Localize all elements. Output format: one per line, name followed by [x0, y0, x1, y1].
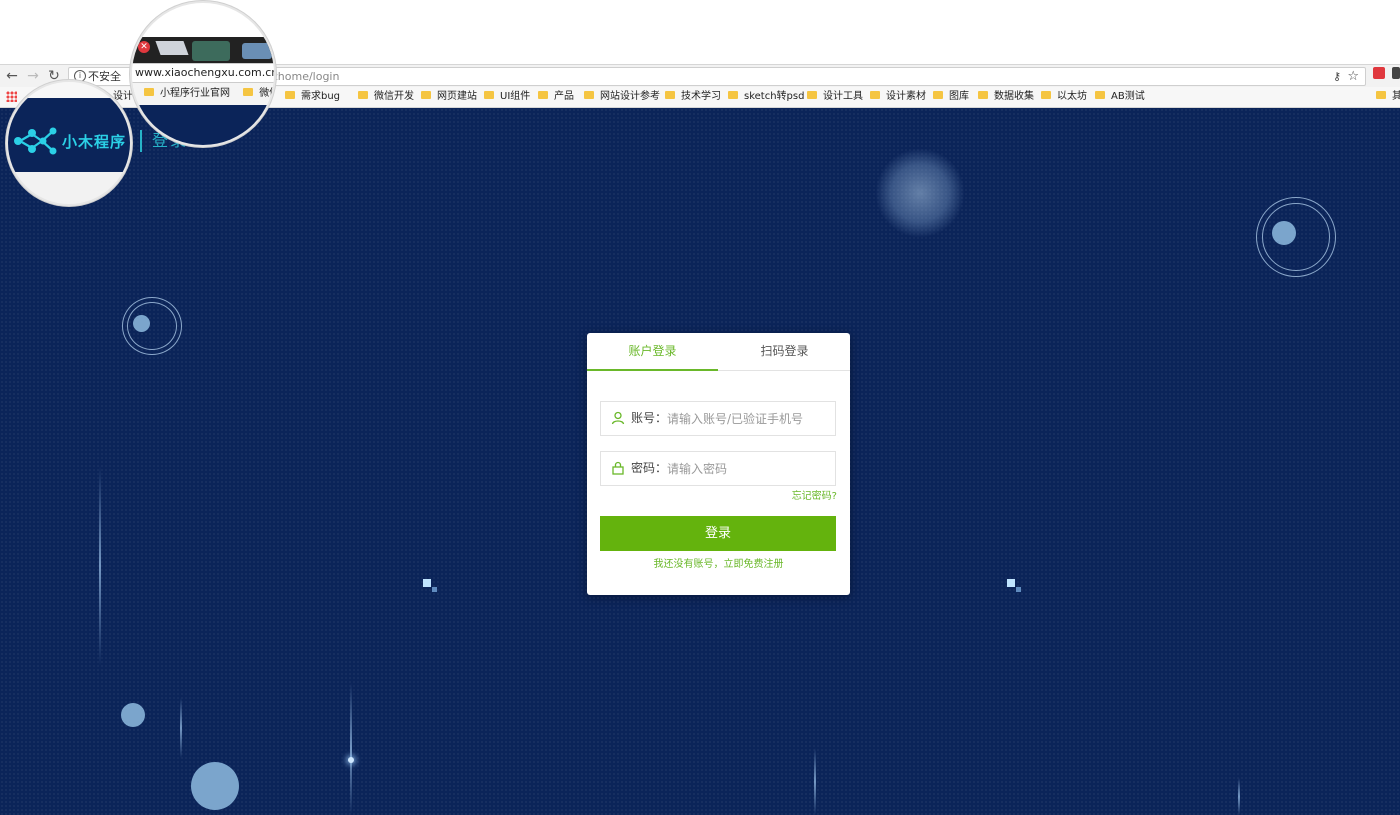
tab-account-login[interactable]: 账户登录 — [587, 333, 718, 371]
forgot-password-link[interactable]: 忘记密码? — [792, 490, 837, 504]
light-streak-decoration — [99, 466, 101, 666]
dot-decoration — [133, 315, 150, 332]
account-field[interactable]: 账号： — [600, 401, 836, 436]
bookmark-item[interactable]: 微信开发 — [358, 87, 414, 107]
square-decoration — [1016, 587, 1021, 592]
folder-icon — [728, 91, 738, 99]
magnified-bookmark-label: 微信支付 — [259, 88, 274, 99]
logo-text[interactable]: 小木程序 — [62, 132, 126, 152]
bookmark-item[interactable]: 图库 — [933, 87, 969, 107]
glow-orb-decoration — [875, 148, 965, 238]
folder-icon — [1376, 91, 1386, 99]
folder-icon — [358, 91, 368, 99]
bookmark-item[interactable]: sketch转psd — [728, 87, 804, 107]
password-input[interactable] — [667, 458, 827, 479]
folder-icon — [538, 91, 548, 99]
user-icon — [611, 411, 625, 425]
dot-decoration — [191, 762, 239, 810]
sparkle-decoration — [348, 757, 354, 763]
light-streak-decoration — [814, 748, 816, 815]
bookmark-item[interactable]: 设计工具 — [807, 87, 863, 107]
folder-icon — [421, 91, 431, 99]
folder-icon — [978, 91, 988, 99]
folder-icon — [807, 91, 817, 99]
magnified-bookmarks — [8, 82, 130, 98]
folder-icon — [243, 88, 259, 99]
login-tabs: 账户登录 扫码登录 — [587, 333, 850, 371]
molecule-logo-icon — [14, 127, 57, 155]
bookmark-item[interactable]: 数据收集 — [978, 87, 1034, 107]
dot-decoration — [1272, 221, 1296, 245]
folder-icon — [285, 91, 295, 99]
lock-icon — [612, 461, 624, 475]
close-tab-icon: ✕ — [138, 41, 150, 53]
bookmark-star-icon[interactable]: ☆ — [1347, 68, 1359, 85]
tab-qrcode-login[interactable]: 扫码登录 — [719, 333, 850, 370]
bookmark-item[interactable]: 需求bug — [285, 87, 340, 107]
magnified-bookmark-label: 小程序行业官网 — [160, 88, 230, 99]
light-streak-decoration — [180, 698, 182, 758]
magnified-url: www.xiaochengxu.com.cn — [132, 63, 274, 83]
square-decoration — [432, 587, 437, 592]
login-card: 账户登录 扫码登录 账号： 密码： 忘记密码? 登录 我还没有账号，立即免费注册 — [587, 333, 850, 595]
bookmark-item[interactable]: 设计素材 — [870, 87, 926, 107]
register-link[interactable]: 我还没有账号，立即免费注册 — [587, 558, 850, 572]
bookmark-item[interactable]: AB测试 — [1095, 87, 1145, 107]
folder-icon — [144, 88, 160, 99]
bookmark-item[interactable]: 技术学习 — [665, 87, 721, 107]
folder-icon — [665, 91, 675, 99]
password-field[interactable]: 密码： — [600, 451, 836, 486]
square-decoration — [1007, 579, 1015, 587]
extension-icon[interactable] — [1373, 67, 1385, 79]
square-decoration — [423, 579, 431, 587]
dot-decoration — [121, 703, 145, 727]
bookmark-item[interactable]: 网站设计参考 — [584, 87, 660, 107]
magnified-tab — [155, 41, 189, 55]
magnified-bookmarks: 小程序行业官网 微信支付 — [132, 83, 274, 105]
bookmark-item[interactable]: 以太坊 — [1041, 87, 1087, 107]
folder-icon — [584, 91, 594, 99]
magnifier-url-callout: ✕ www.xiaochengxu.com.cn 小程序行业官网 微信支付 — [130, 1, 276, 147]
bookmark-item[interactable]: 产品 — [538, 87, 574, 107]
magnifier-logo-callout: 小木程序 — [6, 80, 132, 206]
account-input[interactable] — [667, 408, 827, 429]
folder-icon — [933, 91, 943, 99]
bookmark-item[interactable]: UI组件 — [484, 87, 530, 107]
light-streak-decoration — [350, 683, 352, 815]
extension-icon-2[interactable] — [1392, 67, 1400, 79]
key-icon[interactable]: ⚷ — [1333, 68, 1341, 85]
folder-icon — [870, 91, 880, 99]
account-label: 账号： — [631, 411, 668, 425]
folder-icon — [1095, 91, 1105, 99]
login-button[interactable]: 登录 — [600, 516, 836, 551]
bookmark-item[interactable]: 其 — [1376, 87, 1400, 107]
magnified-page-strip — [132, 105, 274, 145]
bookmark-item[interactable]: 网页建站 — [421, 87, 477, 107]
password-label: 密码： — [631, 461, 668, 475]
url-text[interactable]: zhome/login — [272, 68, 339, 85]
folder-icon — [1041, 91, 1051, 99]
magnified-thumbnail — [192, 41, 230, 61]
magnified-thumbnail — [242, 43, 272, 59]
light-streak-decoration — [1238, 778, 1240, 815]
folder-icon — [484, 91, 494, 99]
